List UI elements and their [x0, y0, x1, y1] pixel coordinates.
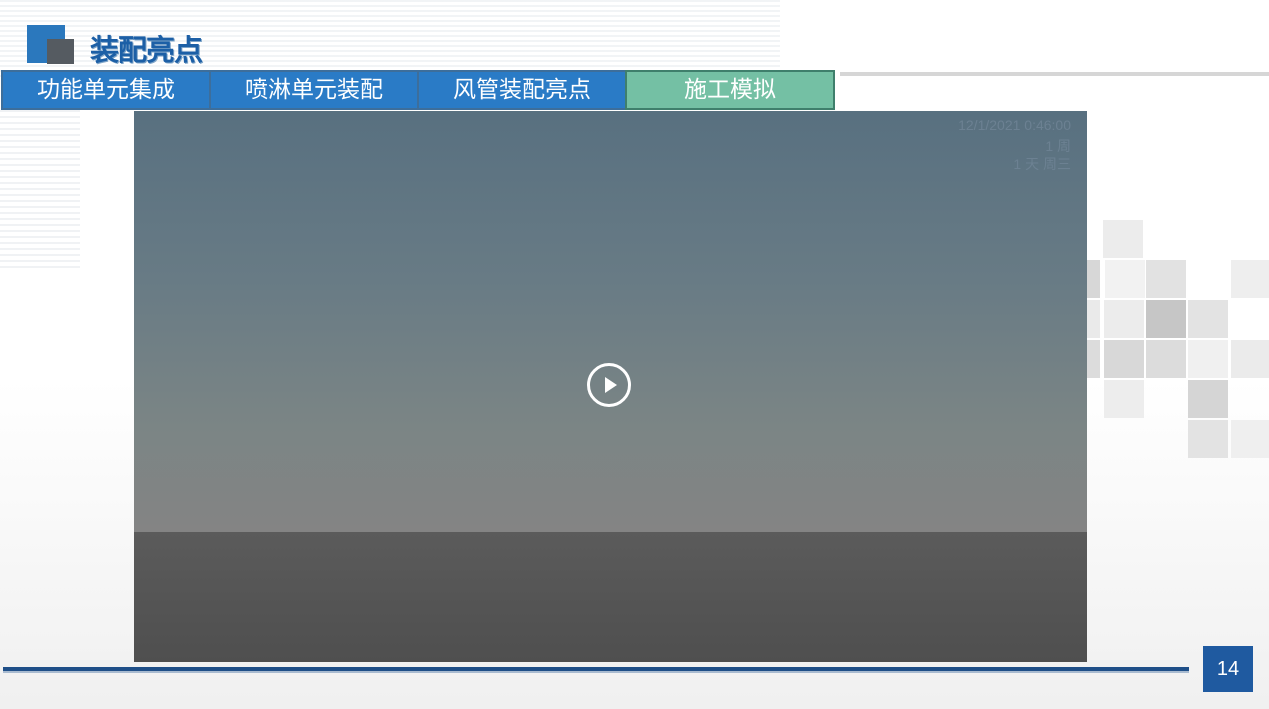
footer-divider-shadow — [3, 671, 1189, 673]
play-button[interactable] — [587, 363, 631, 407]
tab-sprinkler-unit-assembly[interactable]: 喷淋单元装配 — [209, 70, 419, 110]
tab-construction-simulation[interactable]: 施工模拟 — [625, 70, 835, 110]
simulation-video[interactable]: 12/1/2021 0:46:00 1 周 1 天 周三 — [134, 111, 1087, 662]
video-sky — [134, 111, 1087, 532]
video-week: 1 周 — [1045, 138, 1071, 154]
background-map-decoration-left — [0, 110, 80, 270]
video-ground — [134, 532, 1087, 662]
tab-duct-assembly-highlights[interactable]: 风管装配亮点 — [417, 70, 627, 110]
video-datetime: 12/1/2021 0:46:00 — [958, 117, 1071, 133]
page-number: 14 — [1203, 646, 1253, 692]
title-marker-grey — [47, 39, 74, 64]
page-title: 装配亮点 — [90, 33, 203, 67]
section-tabs: 功能单元集成 喷淋单元装配 风管装配亮点 施工模拟 — [1, 70, 835, 110]
tab-function-unit-integration[interactable]: 功能单元集成 — [1, 70, 211, 110]
video-day: 1 天 周三 — [1013, 156, 1071, 172]
play-circle-icon — [605, 377, 617, 393]
header-divider — [840, 72, 1269, 76]
